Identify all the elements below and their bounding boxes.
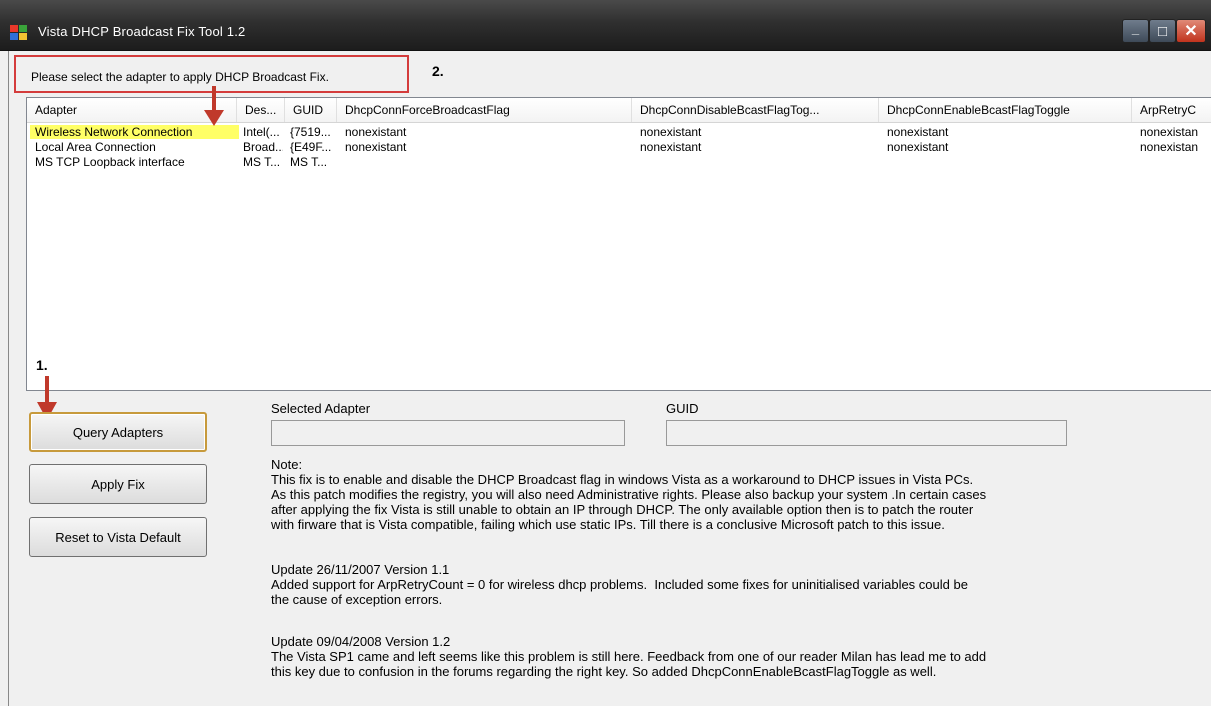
row-disable-bcast: nonexistant xyxy=(640,140,702,154)
row-description: Broad... xyxy=(243,140,283,154)
column-header-disable-bcast[interactable]: DhcpConnDisableBcastFlagTog... xyxy=(632,98,879,122)
window-title: Vista DHCP Broadcast Fix Tool 1.2 xyxy=(38,24,246,39)
column-header-description[interactable]: Des... xyxy=(237,98,285,122)
instruction-label: Please select the adapter to apply DHCP … xyxy=(31,70,329,84)
row-guid: MS T... xyxy=(290,155,328,169)
minimize-button[interactable]: _ xyxy=(1122,19,1149,43)
row-force-broadcast: nonexistant xyxy=(345,140,407,154)
reset-vista-default-button[interactable]: Reset to Vista Default xyxy=(29,517,207,557)
row-arp-retry: nonexistan xyxy=(1140,125,1199,139)
note-header: Note: xyxy=(271,457,303,472)
selected-adapter-label: Selected Adapter xyxy=(271,401,371,416)
close-button[interactable]: ✕ xyxy=(1176,19,1206,43)
row-enable-bcast: nonexistant xyxy=(887,140,949,154)
row-description: Intel(... xyxy=(243,125,280,139)
title-bar[interactable]: Vista DHCP Broadcast Fix Tool 1.2 _ □ ✕ xyxy=(0,0,1211,51)
row-arp-retry: nonexistan xyxy=(1140,140,1199,154)
row-adapter-name: MS TCP Loopback interface xyxy=(35,155,185,169)
row-enable-bcast: nonexistant xyxy=(887,125,949,139)
list-item[interactable]: Local Area Connection Broad... {E49F... … xyxy=(27,140,1211,154)
guid-field[interactable] xyxy=(666,420,1067,446)
close-icon: ✕ xyxy=(1184,23,1198,40)
maximize-button[interactable]: □ xyxy=(1149,19,1176,43)
row-description: MS T... xyxy=(243,155,281,169)
maximize-icon: □ xyxy=(1157,22,1168,40)
column-header-enable-bcast[interactable]: DhcpConnEnableBcastFlagToggle xyxy=(879,98,1132,122)
step-2-marker: 2. xyxy=(432,63,444,79)
row-guid: {E49F... xyxy=(290,140,332,154)
row-force-broadcast: nonexistant xyxy=(345,125,407,139)
note-body: This fix is to enable and disable the DH… xyxy=(271,472,987,532)
update2-header: Update 09/04/2008 Version 1.2 xyxy=(271,634,451,649)
update1-body: Added support for ArpRetryCount = 0 for … xyxy=(271,577,968,607)
update1-header: Update 26/11/2007 Version 1.1 xyxy=(271,562,450,577)
row-adapter-name: Local Area Connection xyxy=(35,140,156,154)
adapter-listview[interactable]: Adapter Des... GUID DhcpConnForceBroadca… xyxy=(26,97,1211,391)
query-adapters-button[interactable]: Query Adapters xyxy=(29,412,207,452)
column-header-arp-retry[interactable]: ArpRetryC xyxy=(1132,98,1211,122)
app-icon xyxy=(10,25,28,41)
list-item[interactable]: MS TCP Loopback interface MS T... MS T..… xyxy=(27,155,1211,169)
update2-body: The Vista SP1 came and left seems like t… xyxy=(271,649,987,679)
step-1-marker: 1. xyxy=(36,357,48,373)
apply-fix-button[interactable]: Apply Fix xyxy=(29,464,207,504)
guid-label: GUID xyxy=(666,401,699,416)
row-disable-bcast: nonexistant xyxy=(640,125,702,139)
column-header-force-broadcast[interactable]: DhcpConnForceBroadcastFlag xyxy=(337,98,632,122)
row-guid: {7519... xyxy=(290,125,331,139)
app-window: Vista DHCP Broadcast Fix Tool 1.2 _ □ ✕ … xyxy=(0,0,1211,706)
selected-adapter-field[interactable] xyxy=(271,420,625,446)
column-header-guid[interactable]: GUID xyxy=(285,98,337,122)
arrow-down-icon xyxy=(204,86,224,126)
minimize-icon: _ xyxy=(1131,20,1140,36)
